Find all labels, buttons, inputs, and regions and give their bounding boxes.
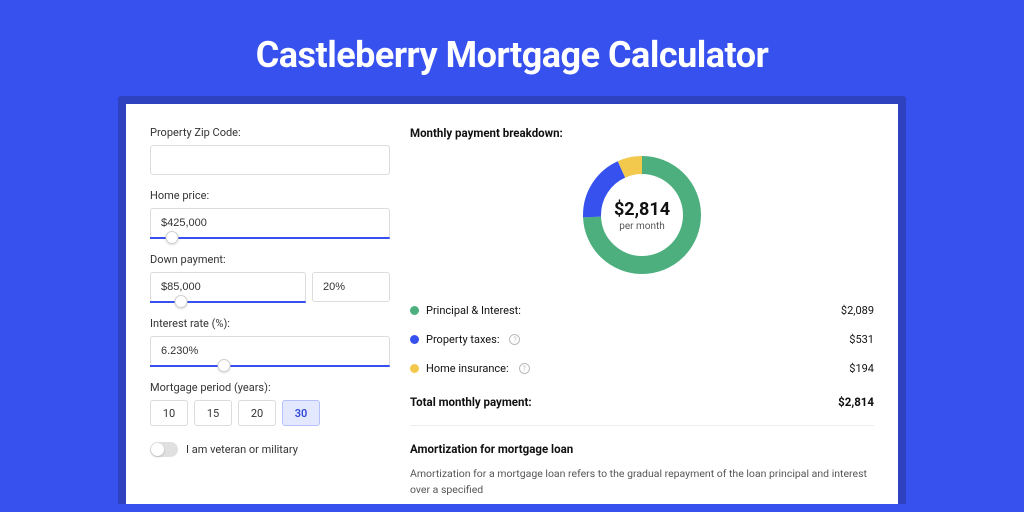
down-payment-amount-input[interactable] xyxy=(150,272,306,302)
home-price-slider-thumb[interactable] xyxy=(165,231,178,244)
breakdown-panel: Monthly payment breakdown: $2,814 per mo… xyxy=(410,126,874,504)
period-option-30[interactable]: 30 xyxy=(282,400,320,426)
veteran-label: I am veteran or military xyxy=(186,443,298,456)
period-option-20[interactable]: 20 xyxy=(238,400,276,426)
form-panel: Property Zip Code: Home price: Down paym… xyxy=(150,126,390,504)
period-option-10[interactable]: 10 xyxy=(150,400,188,426)
calculator-card: Property Zip Code: Home price: Down paym… xyxy=(126,104,898,504)
legend-label: Principal & Interest: xyxy=(426,304,521,317)
donut-chart: $2,814 per month xyxy=(579,152,705,278)
legend-value: $194 xyxy=(849,362,874,375)
legend-label: Property taxes: xyxy=(426,333,499,346)
donut-sub: per month xyxy=(619,221,665,232)
legend-left: Home insurance:? xyxy=(410,362,530,375)
zip-field-group: Property Zip Code: xyxy=(150,126,390,175)
legend-value: $2,089 xyxy=(841,304,874,317)
home-price-input[interactable] xyxy=(150,208,390,238)
zip-label: Property Zip Code: xyxy=(150,126,390,139)
legend-row: Home insurance:? $194 xyxy=(410,354,874,383)
interest-input[interactable] xyxy=(150,336,390,366)
period-field-group: Mortgage period (years): 10152030 xyxy=(150,381,390,426)
total-label: Total monthly payment: xyxy=(410,395,532,409)
interest-slider[interactable] xyxy=(150,365,390,367)
down-payment-slider-thumb[interactable] xyxy=(175,295,188,308)
legend-label: Home insurance: xyxy=(426,362,509,375)
divider xyxy=(410,425,874,426)
home-price-field-group: Home price: xyxy=(150,189,390,239)
legend-swatch xyxy=(410,335,419,344)
legend-value: $531 xyxy=(849,333,874,346)
down-payment-percent-input[interactable] xyxy=(312,272,390,302)
amortization-text: Amortization for a mortgage loan refers … xyxy=(410,466,874,498)
period-label: Mortgage period (years): xyxy=(150,381,390,394)
zip-input[interactable] xyxy=(150,145,390,175)
info-icon[interactable]: ? xyxy=(519,363,530,374)
interest-slider-thumb[interactable] xyxy=(218,359,231,372)
legend-swatch xyxy=(410,306,419,315)
amortization-title: Amortization for mortgage loan xyxy=(410,442,874,456)
interest-label: Interest rate (%): xyxy=(150,317,390,330)
veteran-toggle[interactable] xyxy=(150,442,178,457)
legend-left: Principal & Interest: xyxy=(410,304,521,317)
info-icon[interactable]: ? xyxy=(509,334,520,345)
down-payment-field-group: Down payment: xyxy=(150,253,390,303)
donut-chart-wrap: $2,814 per month xyxy=(410,152,874,278)
card-shadow: Property Zip Code: Home price: Down paym… xyxy=(118,96,906,504)
home-price-label: Home price: xyxy=(150,189,390,202)
veteran-toggle-knob xyxy=(151,443,164,456)
legend-row: Principal & Interest: $2,089 xyxy=(410,296,874,325)
legend-left: Property taxes:? xyxy=(410,333,520,346)
total-row: Total monthly payment: $2,814 xyxy=(410,385,874,423)
breakdown-title: Monthly payment breakdown: xyxy=(410,126,874,140)
total-value: $2,814 xyxy=(838,395,874,409)
down-payment-slider[interactable] xyxy=(150,301,306,303)
interest-field-group: Interest rate (%): xyxy=(150,317,390,367)
home-price-slider[interactable] xyxy=(150,237,390,239)
period-option-15[interactable]: 15 xyxy=(194,400,232,426)
legend-swatch xyxy=(410,364,419,373)
donut-amount: $2,814 xyxy=(614,199,670,220)
down-payment-label: Down payment: xyxy=(150,253,390,266)
donut-center: $2,814 per month xyxy=(579,152,705,278)
page-title: Castleberry Mortgage Calculator xyxy=(0,0,1024,96)
legend-row: Property taxes:? $531 xyxy=(410,325,874,354)
veteran-toggle-row: I am veteran or military xyxy=(150,442,390,457)
